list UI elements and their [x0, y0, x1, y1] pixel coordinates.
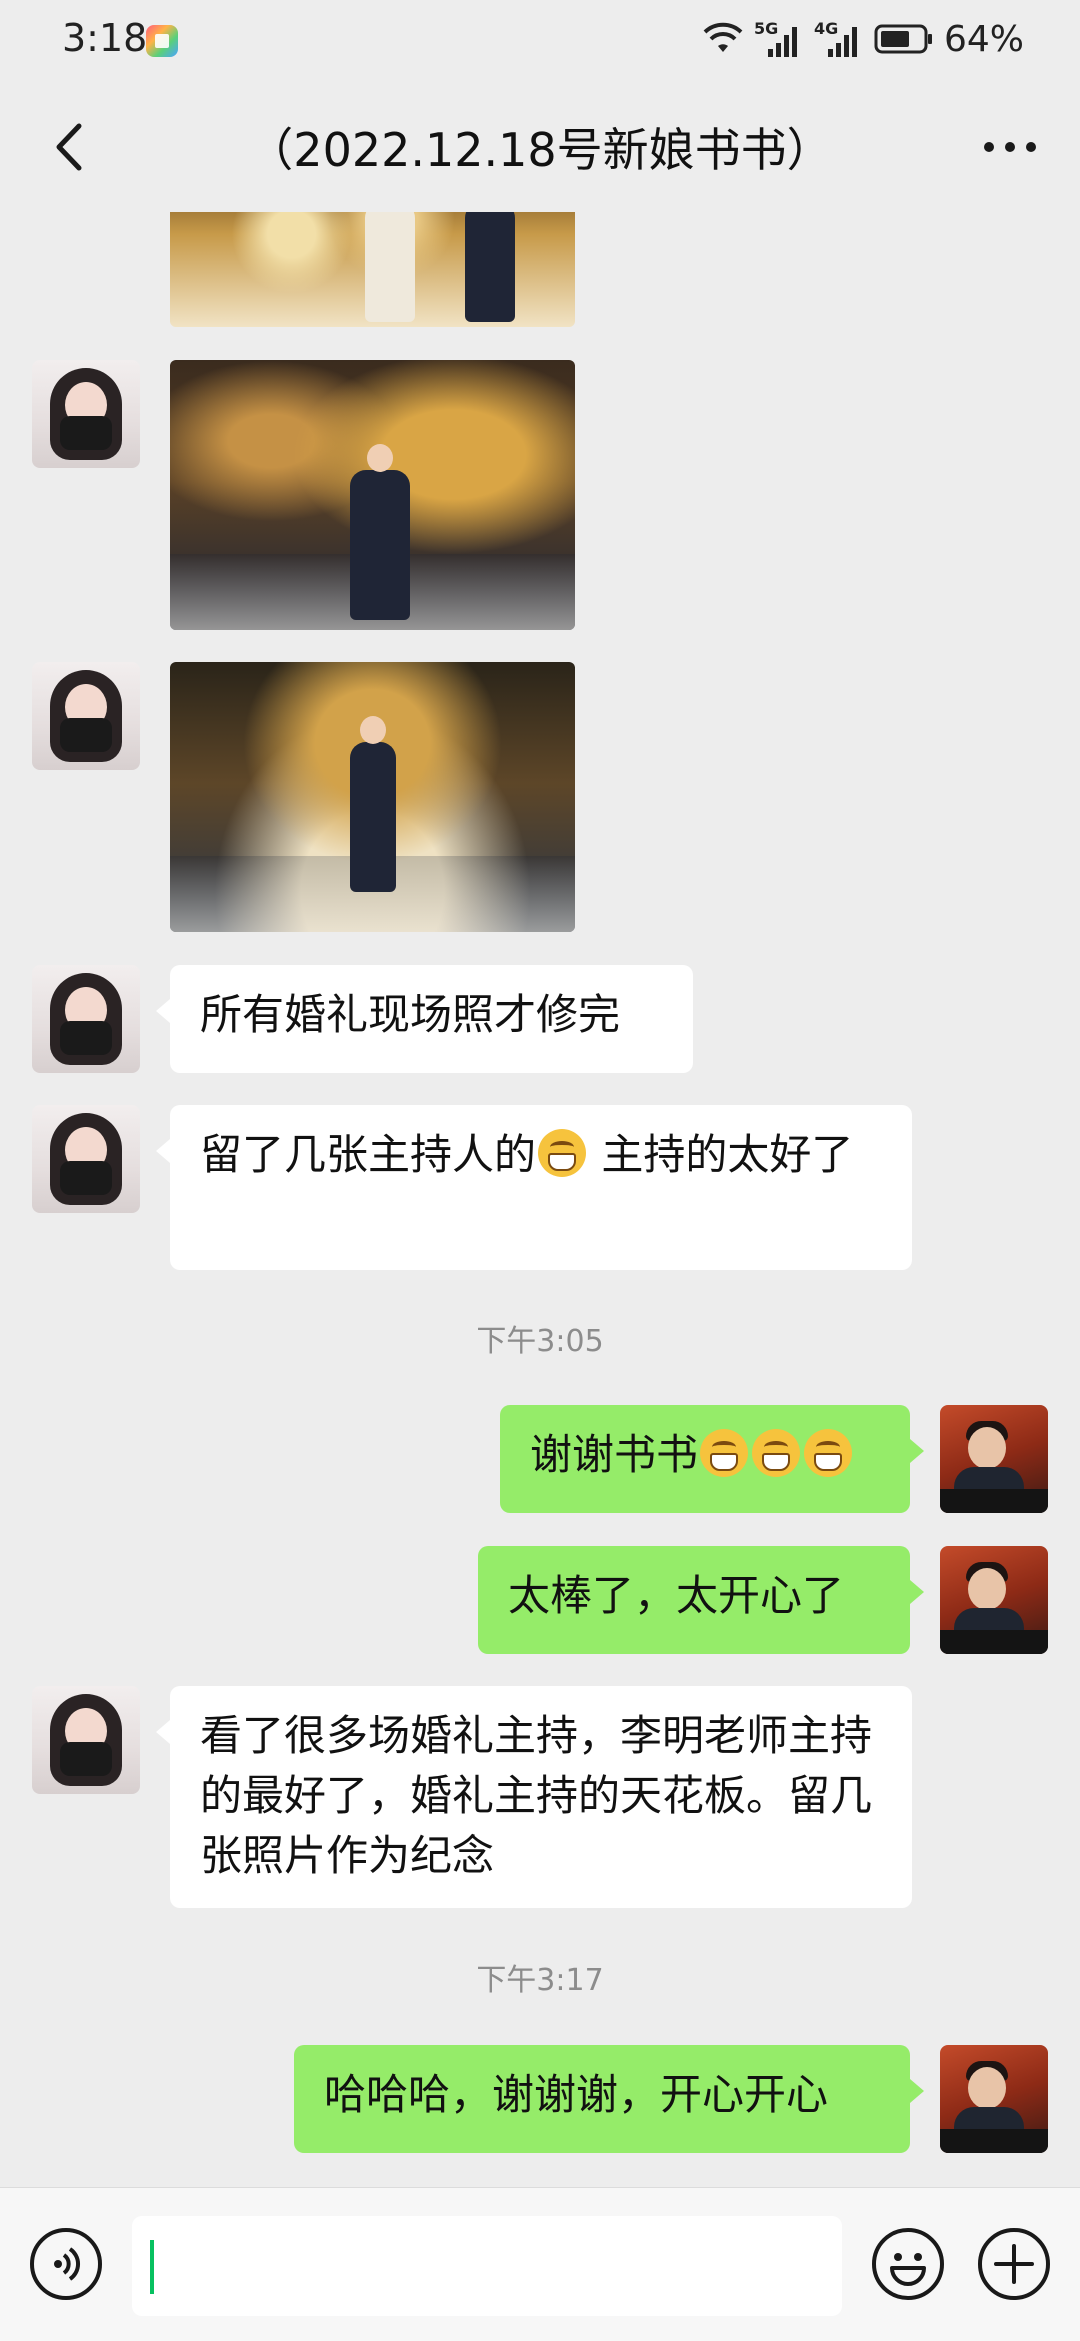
message-image[interactable] [170, 662, 575, 932]
emoji-icon [890, 2253, 926, 2286]
incoming-message[interactable]: 看了很多场婚礼主持，李明老师主持的最好了，婚礼主持的天花板。留几张照片作为纪念 [156, 1686, 912, 1908]
incoming-message[interactable]: 留了几张主持人的 主持的太好了 [156, 1105, 912, 1270]
text-cursor [150, 2240, 154, 2294]
message-input[interactable] [132, 2216, 842, 2316]
message-text: 所有婚礼现场照才修完 [200, 990, 621, 1039]
message-image[interactable] [170, 360, 575, 630]
grin-emoji-icon [804, 1429, 853, 1477]
message-text: 主持的太好了 [588, 1130, 854, 1179]
message-text: 看了很多场婚礼主持，李明老师主持的最好了，婚礼主持的天花板。留几张照片作为纪念 [200, 1711, 873, 1880]
wifi-icon [703, 22, 743, 52]
battery-percent: 64% [943, 18, 1024, 60]
wedding-photo-host [350, 716, 396, 892]
more-functions-button[interactable] [978, 2228, 1050, 2300]
emoji-button[interactable] [872, 2228, 944, 2300]
grin-emoji-icon [538, 1129, 587, 1177]
message-text: 留了几张主持人的 [200, 1130, 537, 1179]
grin-emoji-icon [752, 1429, 801, 1477]
signal-5g-icon: 5G [754, 19, 804, 59]
status-icons: 5G 4G 64% [702, 14, 1024, 64]
my-avatar[interactable] [940, 1405, 1048, 1513]
plus-icon [994, 2244, 1034, 2284]
wedding-photo-figure [465, 212, 515, 322]
outgoing-message[interactable]: 哈哈哈，谢谢谢，开心开心 [294, 2045, 924, 2153]
contact-avatar[interactable] [32, 1686, 140, 1794]
battery-icon [874, 24, 932, 54]
chevron-left-icon [56, 123, 82, 171]
signal-4g-icon: 4G [814, 19, 864, 59]
message-text: 谢谢书书 [530, 1430, 699, 1479]
outgoing-message[interactable]: 太棒了，太开心了 [478, 1546, 924, 1654]
input-bar [0, 2187, 1080, 2341]
status-time: 3:18 [62, 16, 148, 60]
contact-avatar[interactable] [32, 662, 140, 770]
message-text: 哈哈哈，谢谢谢，开心开心 [324, 2070, 829, 2119]
grin-emoji-icon [700, 1429, 749, 1477]
my-avatar[interactable] [940, 2045, 1048, 2153]
my-avatar[interactable] [940, 1546, 1048, 1654]
chat-header: （2022.12.18号新娘书书） [0, 82, 1080, 212]
message-timestamp: 下午3:05 [476, 1324, 604, 1359]
voice-button[interactable] [30, 2228, 102, 2300]
outgoing-message[interactable]: 谢谢书书 [500, 1405, 924, 1513]
contact-avatar[interactable] [32, 360, 140, 468]
message-image[interactable] [170, 212, 575, 327]
wedding-photo-figure [365, 212, 415, 322]
contact-avatar[interactable] [32, 1105, 140, 1213]
voice-icon [54, 2247, 80, 2281]
incoming-message[interactable]: 所有婚礼现场照才修完 [156, 965, 693, 1073]
contact-avatar[interactable] [32, 965, 140, 1073]
message-list[interactable]: 所有婚礼现场照才修完 留了几张主持人的 主持的太好了 下午3:05 谢谢书书 太… [0, 212, 1080, 2187]
app-notification-icon [146, 25, 178, 57]
wedding-photo-host [350, 444, 410, 620]
status-bar: 3:18 5G 4G 64% [0, 0, 1080, 82]
message-text: 太棒了，太开心了 [508, 1571, 845, 1620]
back-button[interactable] [34, 112, 104, 182]
more-icon [984, 142, 1036, 152]
message-timestamp: 下午3:17 [476, 1963, 604, 1998]
more-button[interactable] [970, 112, 1050, 182]
chat-title: （2022.12.18号新娘书书） [247, 123, 833, 177]
